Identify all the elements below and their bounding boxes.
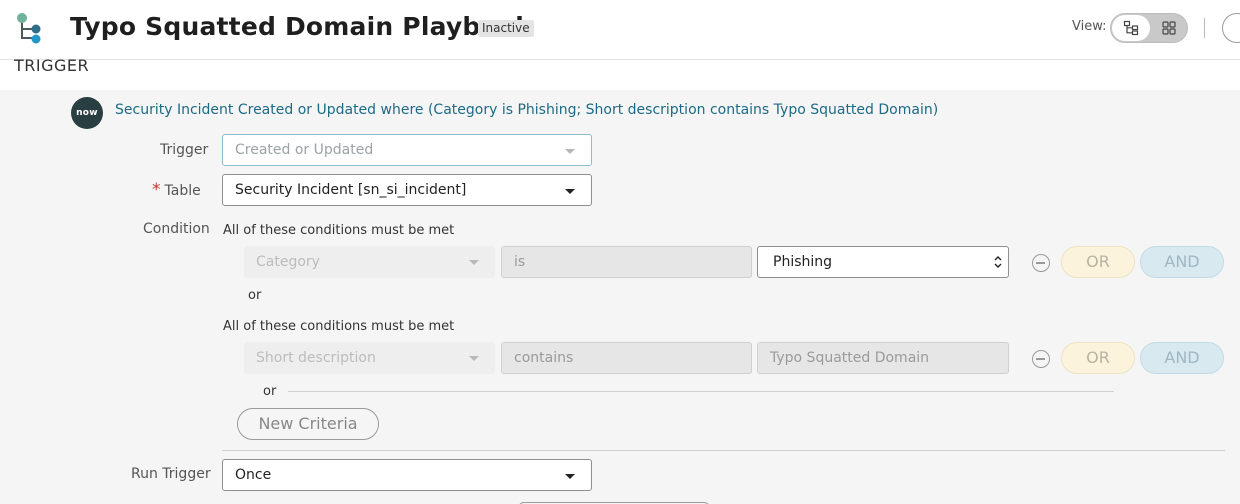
playbook-header: Typo Squatted Domain Playbook Inactive V… [0, 0, 1240, 60]
condition-value-select[interactable]: Phishing [757, 246, 1009, 278]
condition-group-heading: All of these conditions must be met [223, 319, 455, 334]
page-title: Typo Squatted Domain Playbook [70, 12, 533, 41]
and-button[interactable]: AND [1140, 246, 1224, 278]
chevron-updown-icon [994, 256, 1002, 268]
condition-value-input[interactable]: Typo Squatted Domain [757, 342, 1009, 374]
now-logo-icon: now [71, 97, 103, 129]
trigger-select-value: Created or Updated [235, 142, 374, 158]
table-label: * Table [152, 180, 201, 200]
condition-field-value: Category [256, 254, 320, 270]
or-separator: or [263, 384, 277, 399]
or-separator: or [248, 288, 262, 303]
header-action-button[interactable] [1222, 13, 1240, 43]
view-label: View: [1072, 19, 1107, 34]
trigger-select[interactable]: Created or Updated [222, 134, 592, 166]
trigger-label: Trigger [160, 142, 209, 158]
or-button[interactable]: OR [1061, 342, 1135, 374]
section-divider [222, 450, 1225, 451]
header-divider [1204, 18, 1205, 38]
chevron-down-icon [469, 356, 479, 361]
remove-condition-icon[interactable] [1032, 350, 1050, 368]
grid-view-icon[interactable] [1161, 20, 1177, 36]
chevron-down-icon [565, 189, 575, 194]
condition-label: Condition [143, 221, 210, 237]
playbook-logo-icon [17, 13, 41, 44]
or-divider [288, 391, 1114, 392]
condition-value: Phishing [773, 254, 833, 270]
condition-operator[interactable]: contains [501, 342, 752, 374]
tree-view-icon[interactable] [1123, 20, 1139, 36]
new-criteria-button[interactable]: New Criteria [237, 408, 379, 440]
table-select-value: Security Incident [sn_si_incident] [235, 182, 467, 198]
table-select[interactable]: Security Incident [sn_si_incident] [222, 174, 592, 206]
run-trigger-select[interactable]: Once [222, 459, 592, 491]
condition-field-select[interactable]: Category [244, 246, 495, 278]
remove-condition-icon[interactable] [1032, 254, 1050, 272]
trigger-summary-link[interactable]: Security Incident Created or Updated whe… [115, 102, 938, 118]
and-button[interactable]: AND [1140, 342, 1224, 374]
run-trigger-value: Once [235, 467, 272, 483]
chevron-down-icon [565, 474, 575, 479]
condition-field-select[interactable]: Short description [244, 342, 495, 374]
section-title: TRIGGER [14, 56, 90, 75]
status-badge: Inactive [478, 20, 534, 37]
chevron-down-icon [469, 260, 479, 265]
or-button[interactable]: OR [1061, 246, 1135, 278]
condition-group-heading: All of these conditions must be met [223, 223, 455, 238]
chevron-down-icon [565, 149, 575, 154]
required-icon: * [152, 180, 161, 200]
table-label-text: Table [164, 183, 201, 199]
condition-field-value: Short description [256, 350, 376, 366]
run-trigger-label: Run Trigger [131, 466, 211, 482]
condition-operator[interactable]: is [501, 246, 752, 278]
view-toggle[interactable] [1110, 13, 1188, 43]
